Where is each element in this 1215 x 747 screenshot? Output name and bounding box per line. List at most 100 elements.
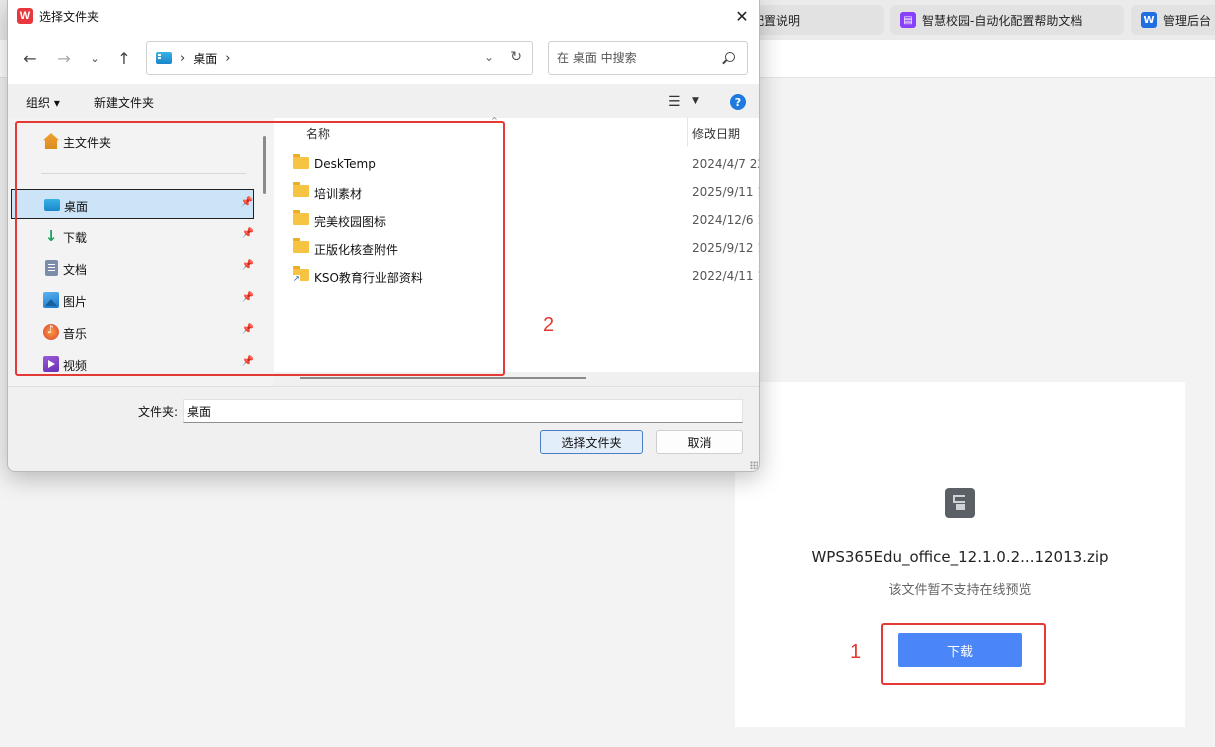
nav-item-home[interactable]: 主文件夹: [11, 126, 254, 156]
path-dropdown-chevron-icon[interactable]: ⌄: [484, 50, 494, 64]
tab-label: 智慧校园-自动化配置帮助文档: [922, 13, 1083, 28]
file-row[interactable]: 正版化核查附件 2025/9/12 1: [274, 234, 760, 262]
pin-icon[interactable]: 📌: [242, 356, 254, 367]
file-row-name: DeskTemp: [314, 157, 376, 171]
file-row[interactable]: KSO教育行业部资料 2022/4/11 1: [274, 262, 760, 290]
select-folder-button[interactable]: 选择文件夹: [540, 430, 643, 454]
folder-icon: [293, 210, 309, 225]
folder-shortcut-icon: [293, 266, 309, 283]
column-header-name[interactable]: 名称: [306, 125, 330, 142]
nav-label: 音乐: [63, 327, 88, 341]
column-header-modified[interactable]: 修改日期: [692, 125, 740, 142]
nav-label: 视频: [63, 359, 88, 373]
view-list-icon[interactable]: ☰: [668, 94, 681, 110]
zip-file-icon: [945, 488, 975, 518]
refresh-icon[interactable]: ↻: [510, 49, 522, 65]
sort-caret-icon: ^: [491, 116, 498, 125]
purple-doc-icon: ▤: [900, 12, 916, 28]
preview-unsupported-hint: 该文件暂不支持在线预览: [888, 583, 1032, 598]
nav-item-downloads[interactable]: ↓ 下载 📌: [11, 221, 254, 251]
forward-arrow-icon[interactable]: →: [53, 47, 75, 69]
path-separator-icon: ›: [180, 50, 186, 66]
nav-label: 文档: [63, 263, 88, 277]
download-button[interactable]: 下载: [898, 633, 1022, 667]
new-folder-button[interactable]: 新建文件夹: [94, 94, 154, 111]
wps-logo-icon: W: [17, 8, 33, 24]
file-row[interactable]: 培训素材 2025/9/11 1: [274, 178, 760, 206]
music-icon: [43, 323, 59, 340]
organize-menu[interactable]: 组织 ▾: [26, 94, 60, 111]
file-row-date: 2024/12/6 1: [692, 213, 760, 227]
select-folder-dialog: W 选择文件夹 ✕ ← → ⌄ ↑ › 桌面 › ⌄ ↻ 组织 ▾ 新建文件夹 …: [7, 0, 760, 472]
up-arrow-icon[interactable]: ↑: [113, 47, 135, 69]
navigation-row: ← → ⌄ ↑ › 桌面 › ⌄ ↻: [8, 32, 759, 84]
file-row-name: 正版化核查附件: [314, 243, 399, 257]
file-list-scrollbar[interactable]: [300, 377, 586, 379]
pin-icon[interactable]: 📌: [242, 292, 254, 303]
file-row[interactable]: DeskTemp 2024/4/7 22: [274, 150, 760, 178]
nav-label: 下载: [63, 231, 88, 245]
browser-tab-admin[interactable]: W 管理后台: [1131, 5, 1215, 35]
folder-label: 文件夹:: [138, 405, 179, 419]
download-icon: ↓: [44, 227, 58, 245]
path-separator-icon[interactable]: ›: [225, 51, 230, 66]
address-path-box[interactable]: › 桌面 › ⌄ ↻: [146, 41, 533, 75]
pin-icon[interactable]: 📌: [242, 260, 254, 271]
folder-name-input[interactable]: [183, 399, 743, 423]
pin-icon[interactable]: 📌: [241, 197, 253, 208]
resize-grip-icon[interactable]: [750, 461, 758, 469]
navigation-pane: 主文件夹 桌面 📌 ↓ 下载 📌 文档 📌 图片 📌 音乐 📌: [8, 118, 274, 386]
help-icon[interactable]: ?: [730, 94, 746, 110]
command-bar: 组织 ▾ 新建文件夹 ☰ ▼ ?: [8, 84, 759, 118]
file-list-pane: ^ 名称 修改日期 DeskTemp 2024/4/7 22 培训素材 2025…: [274, 116, 760, 379]
file-row-date: 2025/9/12 1: [692, 241, 760, 255]
file-row-name: 培训素材: [314, 187, 363, 201]
recent-locations-chevron-icon[interactable]: ⌄: [84, 47, 106, 69]
view-options-chevron-icon[interactable]: ▼: [692, 96, 699, 106]
folder-icon: [293, 238, 309, 253]
close-button[interactable]: ✕: [729, 3, 755, 29]
breadcrumb-desktop[interactable]: 桌面: [193, 50, 217, 67]
nav-item-music[interactable]: 音乐 📌: [11, 317, 254, 347]
nav-item-desktop[interactable]: 桌面 📌: [11, 189, 254, 219]
search-input[interactable]: [557, 50, 717, 66]
file-row-date: 2025/9/11 1: [692, 185, 760, 199]
file-row-date: 2022/4/11 1: [692, 269, 760, 283]
column-separator[interactable]: [687, 118, 688, 146]
tab-label: 管理后台: [1163, 13, 1212, 28]
folder-icon: [293, 154, 309, 169]
file-row[interactable]: 完美校园图标 2024/12/6 1: [274, 206, 760, 234]
back-arrow-icon[interactable]: ←: [19, 47, 41, 69]
file-row-date: 2024/4/7 22: [692, 157, 760, 171]
file-name: WPS365Edu_office_12.1.0.2...12013.zip: [811, 548, 1109, 566]
annotation-number-1: 1: [850, 641, 862, 663]
dialog-title: 选择文件夹: [39, 10, 100, 24]
nav-label: 主文件夹: [63, 136, 112, 150]
file-row-name: 完美校园图标: [314, 215, 387, 229]
nav-item-videos[interactable]: 视频 📌: [11, 349, 254, 379]
video-icon: [43, 356, 59, 372]
browser-tab-help-doc[interactable]: ▤ 智慧校园-自动化配置帮助文档: [890, 5, 1124, 35]
pictures-icon: [43, 292, 59, 308]
pin-icon[interactable]: 📌: [242, 228, 254, 239]
home-icon: [43, 133, 59, 149]
search-icon[interactable]: [725, 52, 735, 62]
annotation-number-2: 2: [543, 314, 555, 336]
nav-item-documents[interactable]: 文档 📌: [11, 253, 254, 283]
file-preview-card: WPS365Edu_office_12.1.0.2...12013.zip 该文…: [735, 382, 1185, 727]
dialog-titlebar[interactable]: W 选择文件夹 ✕: [8, 0, 759, 32]
dialog-footer: 文件夹: 选择文件夹 取消: [8, 386, 759, 471]
nav-divider: [41, 173, 246, 174]
file-row-name: KSO教育行业部资料: [314, 271, 423, 285]
desktop-icon: [44, 199, 60, 211]
desktop-icon: [156, 52, 172, 64]
nav-label: 桌面: [64, 200, 89, 214]
nav-label: 图片: [63, 295, 88, 309]
folder-icon: [293, 182, 309, 197]
nav-item-pictures[interactable]: 图片 📌: [11, 285, 254, 315]
pin-icon[interactable]: 📌: [242, 324, 254, 335]
search-box[interactable]: [548, 41, 748, 75]
nav-scrollbar[interactable]: [263, 136, 266, 194]
document-icon: [45, 260, 58, 276]
cancel-button[interactable]: 取消: [656, 430, 743, 454]
